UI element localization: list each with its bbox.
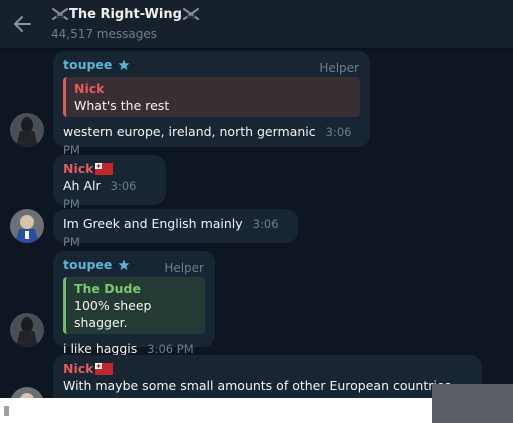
chat-title-area[interactable]: The Right-Wing 44,517 messages (51, 4, 200, 41)
message-bubble[interactable]: toupee Helper The Dude 100% sheep shagge… (53, 251, 215, 356)
sender-name[interactable]: Nick (63, 361, 472, 377)
message-time: 3:06 PM (147, 342, 194, 356)
avatar[interactable] (10, 113, 44, 147)
reply-sender: Nick (74, 81, 105, 96)
role-badge: Helper (164, 261, 204, 275)
reply-text: What's the rest (74, 98, 170, 113)
message-text: Im Greek and English mainly 3:06 PM (63, 216, 279, 249)
message-bubble[interactable]: Nick Ah Alr 3:06 PM (53, 155, 166, 211)
chat-title: The Right-Wing (51, 4, 200, 24)
message-count: 44,517 messages (51, 27, 157, 41)
message-bubble[interactable]: Im Greek and English mainly 3:06 PM (53, 209, 298, 249)
crossed-swords-icon (52, 8, 68, 20)
overlay-bar (0, 398, 432, 423)
message-list[interactable]: toupee Helper Nick What's the rest weste… (0, 49, 513, 423)
message-text: With maybe some small amounts of other E… (63, 378, 452, 393)
flag-icon (95, 363, 114, 375)
avatar[interactable] (10, 209, 44, 243)
crossed-swords-icon (182, 8, 199, 20)
role-badge: Helper (319, 61, 359, 75)
message-text: Ah Alr 3:06 PM (63, 178, 137, 211)
back-arrow-icon[interactable] (10, 11, 36, 37)
sender-name[interactable]: toupee (63, 57, 360, 73)
chat-header: The Right-Wing 44,517 messages (0, 0, 513, 49)
overlay-mark (4, 406, 9, 416)
star-icon (118, 259, 130, 270)
avatar[interactable] (10, 313, 44, 347)
message-bubble[interactable]: toupee Helper Nick What's the rest weste… (53, 51, 370, 157)
sender-name[interactable]: Nick (63, 161, 156, 177)
star-icon (118, 59, 130, 70)
message-text: western europe, ireland, north germanic 3… (63, 124, 352, 157)
chat-title-text: The Right-Wing (69, 6, 182, 22)
reply-quote[interactable]: Nick What's the rest (63, 77, 360, 117)
reply-text: 100% sheep shagger. (74, 298, 152, 330)
reply-quote[interactable]: The Dude 100% sheep shagger. (63, 277, 205, 334)
overlay-block (432, 384, 513, 423)
flag-icon (95, 163, 114, 175)
reply-sender: The Dude (74, 281, 141, 296)
